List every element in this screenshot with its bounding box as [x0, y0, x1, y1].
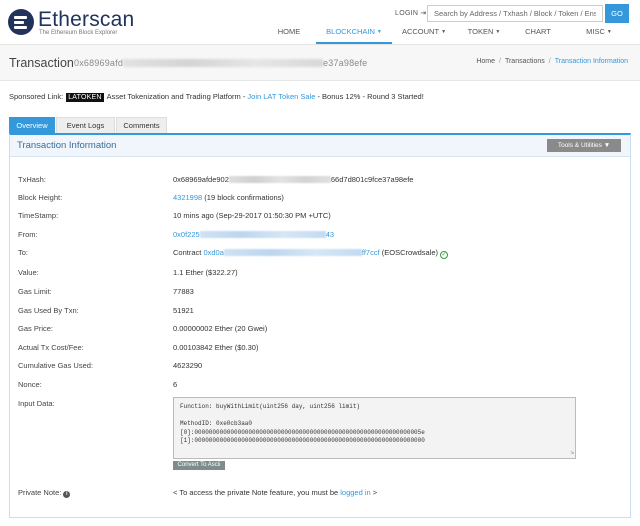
row-gas-limit: Gas Limit: 77883	[18, 287, 194, 296]
sponsored-link: Sponsored Link: LATOKEN Asset Tokenization…	[9, 92, 424, 102]
info-icon[interactable]: i	[63, 491, 71, 498]
row-private-note: Private Note: i < To access the private N…	[18, 488, 378, 498]
transaction-panel: Transaction Information Tools & Utilitie…	[9, 133, 631, 518]
sponsored-cta-link[interactable]: Join LAT Token Sale	[247, 92, 315, 101]
verified-check-icon: ✓	[440, 251, 449, 259]
row-gas-used: Gas Used By Txn: 51921	[18, 306, 194, 315]
redacted-address	[223, 249, 362, 256]
nav-blockchain[interactable]: BLOCKCHAIN ▼	[316, 27, 392, 44]
nav-home[interactable]: HOME	[262, 27, 316, 44]
logo-tagline: The Ethereum Block Explorer	[39, 30, 118, 36]
nav-misc[interactable]: MISC ▼	[568, 27, 630, 44]
login-icon: ⇥	[420, 10, 427, 17]
input-data-textarea[interactable]: Function: buyWithLimit(uint256 day, uint…	[173, 397, 576, 459]
chevron-down-icon: ▼	[603, 142, 611, 149]
chevron-down-icon: ▼	[441, 29, 447, 35]
panel-header: Transaction Information Tools & Utilitie…	[10, 135, 630, 157]
redacted-address	[199, 231, 326, 238]
search-input[interactable]	[427, 5, 603, 22]
chevron-down-icon: ▼	[495, 29, 501, 35]
row-cumulative-gas: Cumulative Gas Used: 4623290	[18, 361, 203, 370]
breadcrumb-transactions[interactable]: Transactions	[505, 58, 545, 65]
tab-comments[interactable]: Comments	[116, 117, 167, 133]
page-titlebar: Transaction 0x68969afd e37a98efe Home / Tra…	[0, 45, 640, 81]
block-height-link[interactable]: 4321998	[173, 193, 202, 202]
chevron-down-icon: ▼	[606, 29, 612, 35]
convert-to-ascii-button[interactable]: Convert To Ascii	[173, 461, 225, 470]
login-link[interactable]: LOGIN ⇥	[395, 9, 426, 17]
resize-grip-icon[interactable]: ⇲	[570, 449, 574, 458]
row-gas-price: Gas Price: 0.00000002 Ether (20 Gwei)	[18, 324, 268, 333]
breadcrumb-home[interactable]: Home	[476, 58, 495, 65]
search-go-button[interactable]: GO	[605, 4, 629, 23]
row-txhash: TxHash: 0x68969afde902 66d7d801c9fce37a98…	[18, 175, 414, 184]
chevron-down-icon: ▼	[376, 29, 382, 35]
tools-utilities-button[interactable]: Tools & Utilities ▼	[547, 139, 621, 152]
row-tx-cost: Actual Tx Cost/Fee: 0.00103842 Ether ($0…	[18, 343, 259, 352]
row-block-height: Block Height: 4321998 (19 block confirma…	[18, 193, 284, 202]
etherscan-logo-icon	[8, 9, 34, 35]
txhash-value: 0x68969afde902 66d7d801c9fce37a98efe	[173, 175, 414, 184]
latoken-badge[interactable]: LATOKEN	[66, 93, 104, 102]
site-header: Etherscan The Ethereum Block Explorer LO…	[0, 0, 640, 44]
row-to: To: Contract 0xd0a ff7ccf (EOSCrowdsale) ✓	[18, 248, 449, 259]
login-link-private-note[interactable]: logged in	[340, 488, 370, 497]
row-timestamp: TimeStamp: 10 mins ago (Sep-29-2017 01:5…	[18, 211, 331, 220]
row-from: From: 0x0f225 43	[18, 230, 335, 239]
tab-event-logs[interactable]: Event Logs	[56, 117, 115, 133]
to-contract-link[interactable]: 0xd0a ff7ccf	[203, 248, 379, 257]
tab-overview[interactable]: Overview	[9, 117, 55, 133]
panel-title: Transaction Information	[17, 140, 117, 151]
redacted-hash	[123, 59, 324, 67]
from-address-link[interactable]: 0x0f225 43	[173, 230, 334, 239]
page-hash: 0x68969afd e37a98efe	[74, 58, 368, 68]
nav-account[interactable]: ACCOUNT ▼	[394, 27, 454, 44]
redacted-hash	[228, 176, 331, 183]
row-value: Value: 1.1 Ether ($322.27)	[18, 268, 238, 277]
page-title: Transaction	[9, 56, 74, 70]
etherscan-logo[interactable]: Etherscan The Ethereum Block Explorer	[8, 8, 134, 38]
breadcrumb: Home / Transactions / Transaction Informatio…	[476, 58, 628, 65]
logo-name: Etherscan	[38, 8, 135, 31]
breadcrumb-current: Transaction Information	[554, 58, 628, 65]
row-nonce: Nonce: 6	[18, 380, 178, 389]
nav-token[interactable]: TOKEN ▼	[458, 27, 510, 44]
nav-chart[interactable]: CHART	[514, 27, 562, 44]
